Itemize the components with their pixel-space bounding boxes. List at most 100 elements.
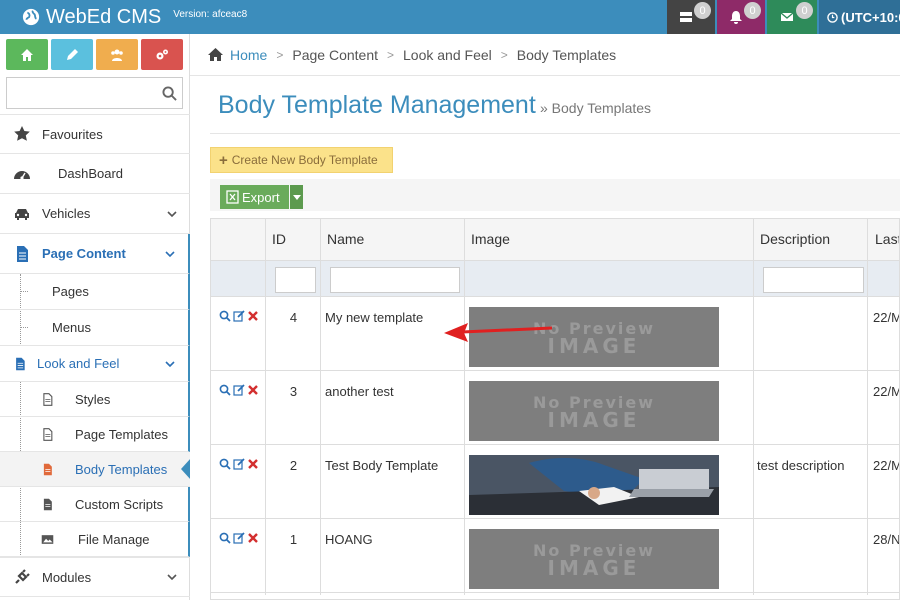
tree-branch [20,291,28,292]
delete-icon[interactable] [247,532,259,544]
zoom-icon[interactable] [219,532,231,544]
col-header-description[interactable]: Description [760,231,830,247]
row-actions [219,310,259,322]
row-description: test description [757,458,845,473]
alerts-button[interactable]: 0 [717,0,765,34]
sidebar-item-styles[interactable]: Styles [0,382,190,417]
page-subtitle: » Body Templates [540,100,652,116]
sidebar-item-modules[interactable]: Modules [0,557,190,597]
sidebar-item-label: Vehicles [42,206,91,221]
chevron-down-icon [167,574,177,581]
no-preview-image: No Preview IMAGE [469,529,719,589]
table-row[interactable]: 3 another test No Preview IMAGE 22/M [211,371,900,445]
template-image [469,455,719,515]
bell-icon [730,11,742,24]
sidebar-item-label: Look and Feel [37,356,120,371]
doc-icon [37,494,57,514]
sidebar-item-label: Menus [52,320,92,335]
search-icon[interactable] [162,86,177,101]
timezone-display[interactable]: (UTC+10:0 [819,0,900,34]
quick-edit-button[interactable] [51,39,93,70]
messages-button[interactable]: 0 [767,0,817,34]
row-last: 28/N [873,532,900,547]
filter-name-input[interactable] [330,267,460,293]
breadcrumb-separator: > [276,47,284,62]
zoom-icon[interactable] [219,310,231,322]
chevron-down-icon [167,210,177,217]
sidebar-item-page-content[interactable]: Page Content [0,234,190,274]
sidebar-item-vehicles[interactable]: Vehicles [0,194,190,234]
row-last: 22/M [873,310,900,325]
home-icon [208,48,223,61]
alert-count: 0 [744,2,761,19]
sidebar-item-page-templates[interactable]: Page Templates [0,417,190,452]
sidebar-item-dashboard[interactable]: DashBoard [0,154,190,194]
version-label: Version: afceac8 [173,8,248,20]
table-row[interactable]: 2 Test Body Template test description 22… [211,445,899,519]
sidebar-search-input[interactable] [7,78,157,108]
edit-icon[interactable] [233,532,245,544]
row-name: HOANG [325,532,373,547]
sidebar-item-label: Pages [52,284,89,299]
sidebar-item-favourites[interactable]: Favourites [0,114,190,154]
edit-icon[interactable] [233,310,245,322]
chevron-down-icon [165,250,175,257]
filter-description-input[interactable] [763,267,864,293]
sidebar-item-file-manage[interactable]: File Manage [0,522,190,557]
tree-branch [20,327,28,328]
sidebar-item-label: Modules [42,569,92,585]
sidebar-item-label: Page Content [42,246,126,261]
sidebar-item-custom-scripts[interactable]: Custom Scripts [0,487,190,522]
clock-icon [827,11,838,23]
quick-users-button[interactable] [96,39,138,70]
zoom-icon[interactable] [219,458,231,470]
breadcrumb-home-link[interactable]: Home [230,47,267,63]
edit-icon[interactable] [233,458,245,470]
star-icon [12,124,32,144]
row-last: 22/M [873,384,900,399]
body-templates-table: ID Name Image Description Last 4 My new … [210,218,900,600]
sidebar-item-pages[interactable]: Pages [0,274,190,310]
edit-icon[interactable] [233,384,245,396]
breadcrumb-item[interactable]: Page Content [292,47,378,63]
col-header-image[interactable]: Image [471,231,510,247]
table-row[interactable]: 1 HOANG No Preview IMAGE 28/N [211,519,900,593]
export-button[interactable]: Export [220,185,289,209]
row-name: My new template [325,310,424,325]
sidebar-item-menus[interactable]: Menus [0,310,190,346]
svg-text:IMAGE: IMAGE [548,334,641,358]
doc-icon [37,424,57,444]
image-icon [37,529,57,549]
brand-name: WebEd CMS [46,5,162,28]
delete-icon[interactable] [247,458,259,470]
delete-icon[interactable] [247,310,259,322]
row-actions [219,532,259,544]
cogs-icon [156,49,168,59]
sidebar-item-look-and-feel[interactable]: Look and Feel [0,346,190,382]
row-actions [219,458,259,470]
column-divider [753,219,754,595]
sidebar-item-label: Custom Scripts [75,496,164,512]
col-header-name[interactable]: Name [327,231,364,247]
logo[interactable]: WebEd CMS Version: afceac8 [0,0,260,34]
file-icon [10,354,30,374]
table-row[interactable]: 4 My new template No Preview IMAGE 22/M [211,297,900,371]
create-body-template-button[interactable]: + Create New Body Template [210,147,393,173]
create-button-label: Create New Body Template [231,153,378,167]
notifications-button[interactable]: 0 [667,0,715,34]
breadcrumb-item[interactable]: Look and Feel [403,47,492,63]
quick-settings-button[interactable] [141,39,183,70]
col-header-id[interactable]: ID [272,231,286,247]
plug-icon [12,567,32,587]
col-header-last[interactable]: Last [875,231,899,247]
sidebar-item-body-templates[interactable]: Body Templates [0,452,191,487]
quick-home-button[interactable] [6,39,48,70]
delete-icon[interactable] [247,384,259,396]
zoom-icon[interactable] [219,384,231,396]
row-name: Test Body Template [325,458,439,473]
export-dropdown-toggle[interactable] [290,185,303,209]
filter-id-input[interactable] [275,267,316,293]
main-content: Home > Page Content > Look and Feel > Bo… [190,34,900,600]
column-divider [867,219,868,595]
notification-count: 0 [694,2,711,19]
